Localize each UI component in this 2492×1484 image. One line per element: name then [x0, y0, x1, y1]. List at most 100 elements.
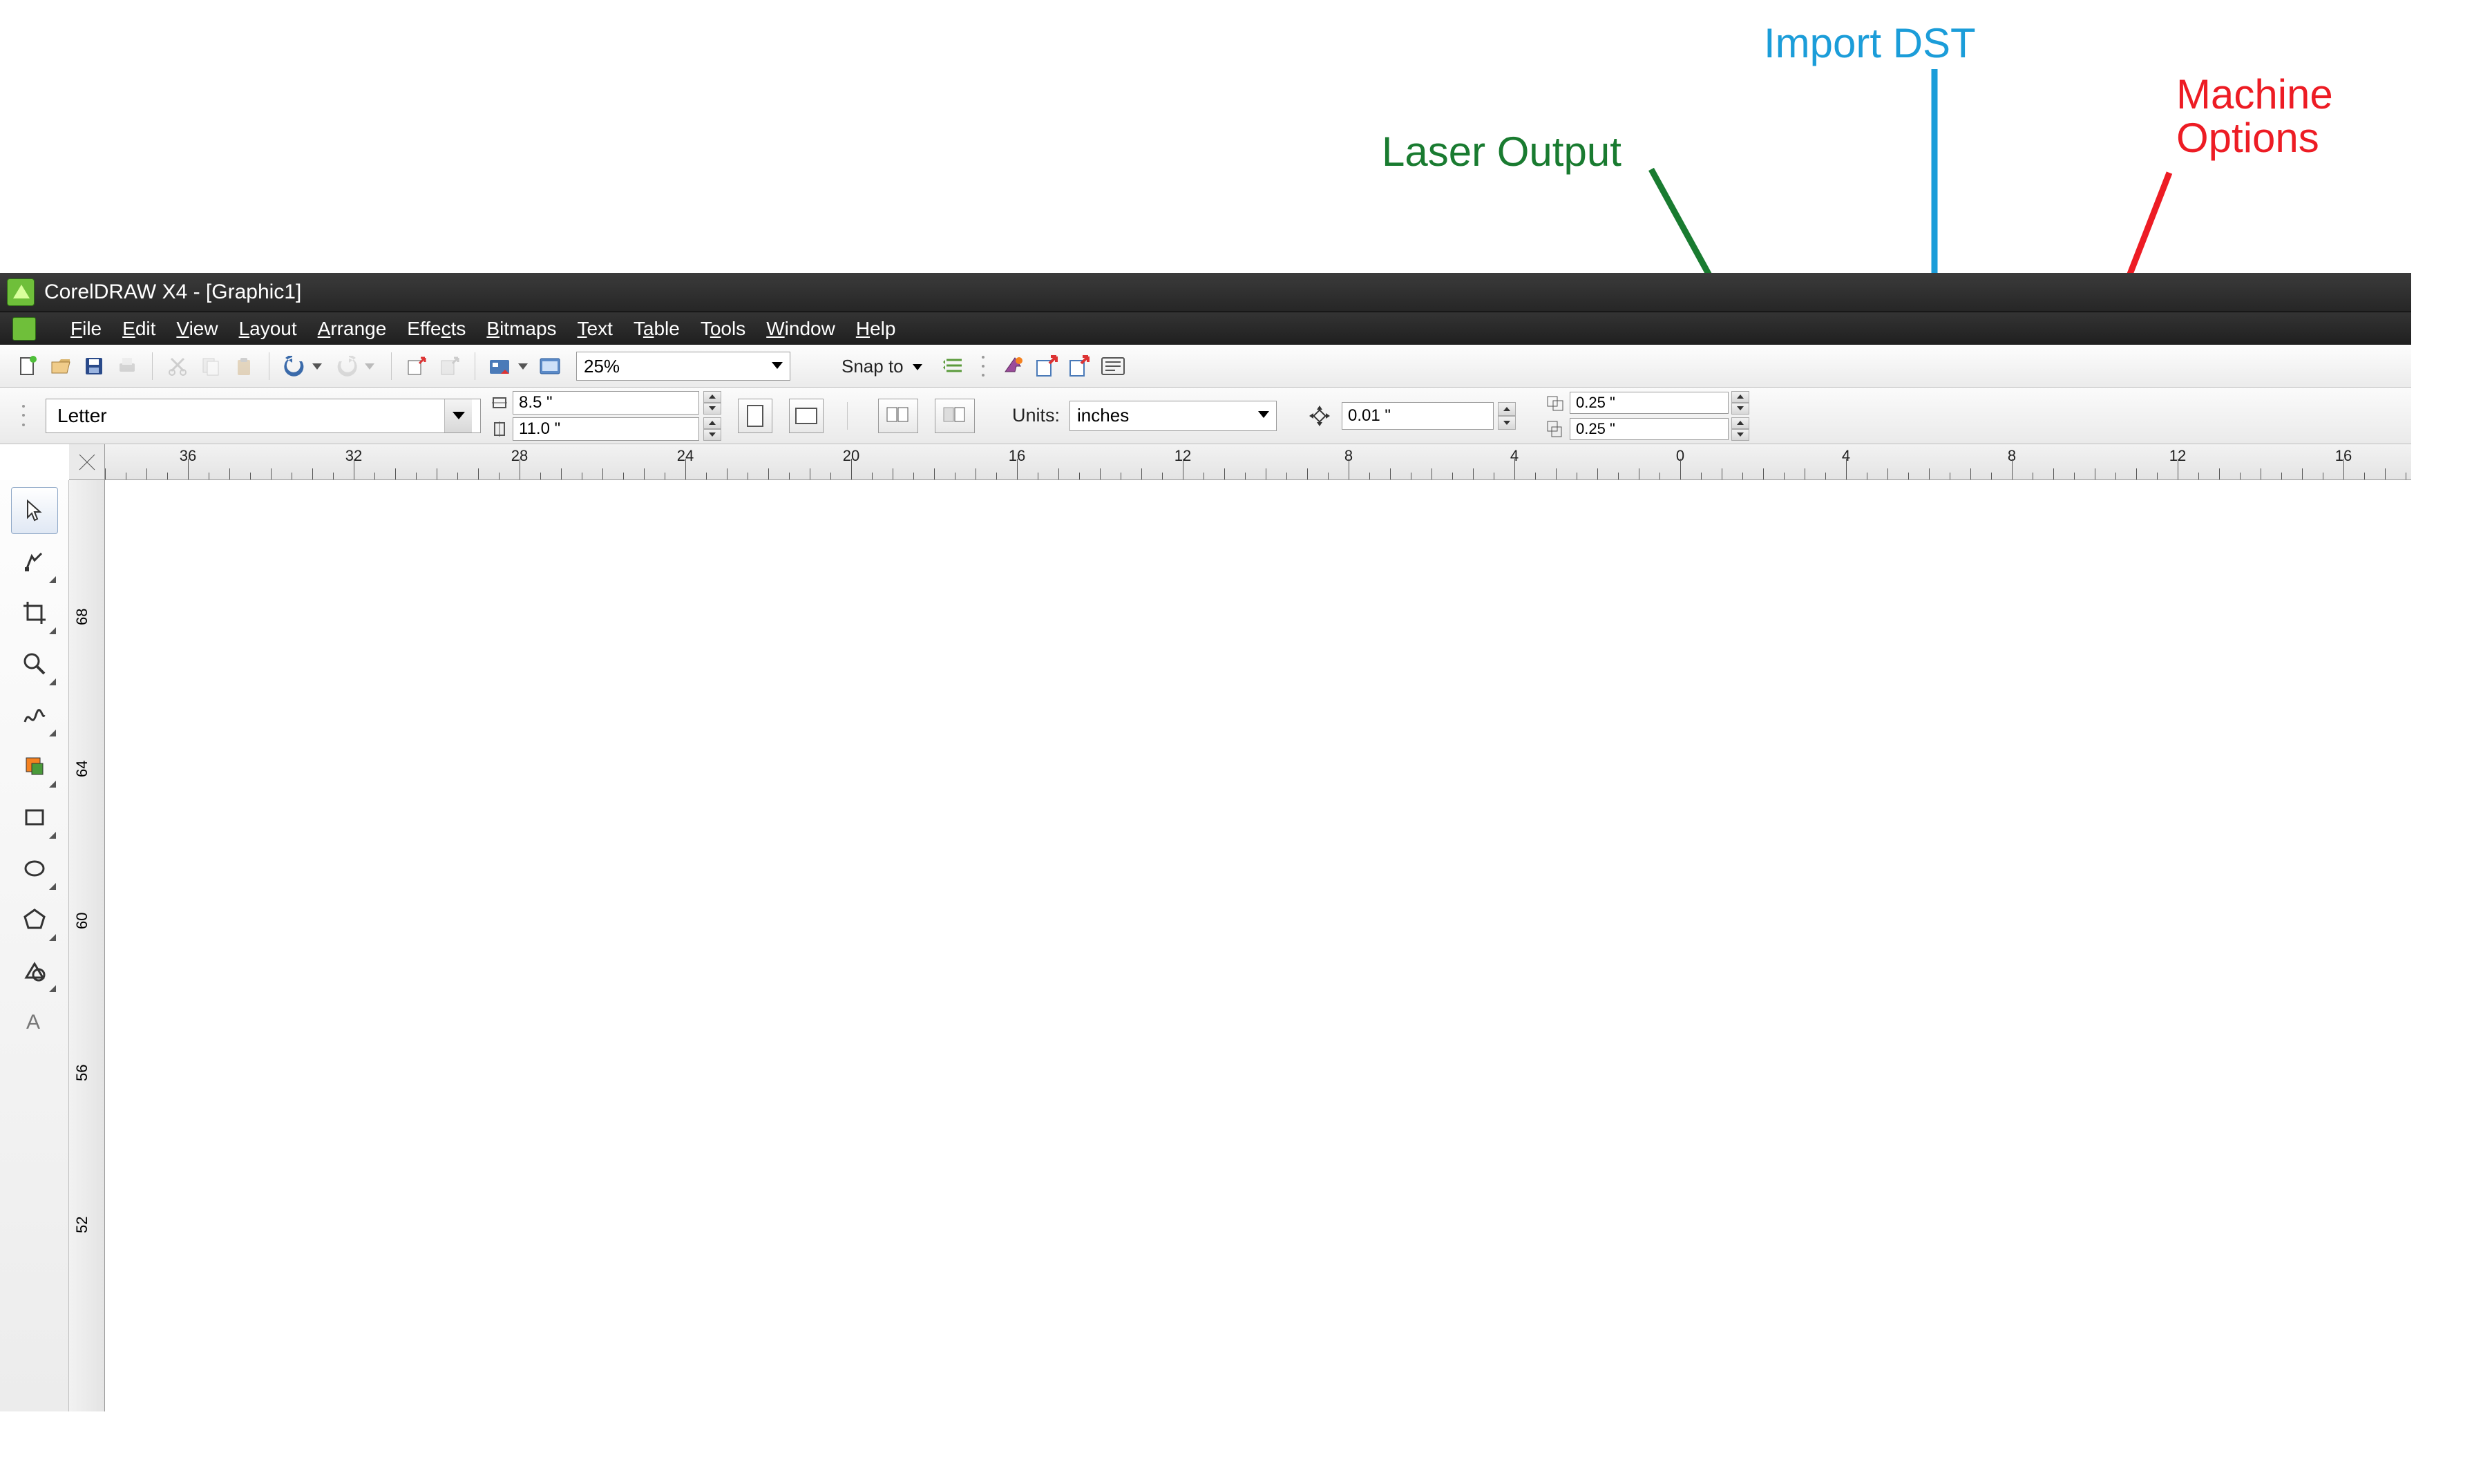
- units-select[interactable]: inches: [1069, 401, 1277, 431]
- page-dimensions: [491, 391, 721, 441]
- paste-icon: [234, 356, 254, 377]
- width-icon: [491, 394, 508, 412]
- ruler-v-label: 52: [73, 1217, 91, 1233]
- app-launcher-dropdown-icon[interactable]: [518, 363, 528, 370]
- zoom-tool[interactable]: [11, 640, 58, 687]
- welcome-button[interactable]: [535, 351, 565, 381]
- property-bar: Letter Units: inches: [0, 388, 2411, 444]
- dup-y-spinner[interactable]: [1731, 417, 1749, 441]
- rectangle-icon: [22, 805, 47, 830]
- options-button[interactable]: [939, 351, 969, 381]
- chevron-down-icon: [444, 399, 472, 432]
- nudge-spinner[interactable]: [1498, 402, 1516, 430]
- menu-layout[interactable]: Layout: [239, 318, 297, 340]
- smart-fill-tool[interactable]: [11, 743, 58, 790]
- redo-button[interactable]: [332, 351, 362, 381]
- copy-button[interactable]: [196, 351, 226, 381]
- annotation-machine-options-line1: Machine: [2176, 73, 2333, 116]
- menu-text[interactable]: Text: [578, 318, 613, 340]
- annotation-machine-options-line2: Options: [2176, 116, 2333, 160]
- options-icon: [942, 354, 966, 378]
- landscape-button[interactable]: [789, 399, 824, 433]
- annotation-machine-options: Machine Options: [2176, 73, 2333, 160]
- zoom-icon: [22, 651, 47, 676]
- smart-fill-icon: [22, 754, 47, 779]
- redo-dropdown-icon[interactable]: [365, 363, 374, 370]
- welcome-icon: [538, 356, 562, 377]
- dup-y-input[interactable]: [1570, 418, 1729, 440]
- redo-icon: [335, 356, 359, 377]
- copy-icon: [200, 356, 221, 377]
- menu-table[interactable]: Table: [634, 318, 680, 340]
- height-spinner[interactable]: [703, 417, 721, 441]
- menu-file[interactable]: File: [70, 318, 102, 340]
- page-height-input[interactable]: [513, 417, 699, 441]
- titlebar: CorelDRAW X4 - [Graphic1]: [0, 273, 2411, 312]
- cut-button[interactable]: [162, 351, 193, 381]
- shape-tool[interactable]: [11, 538, 58, 585]
- ruler-origin[interactable]: [69, 444, 105, 480]
- ruler-vertical[interactable]: 6864605652: [69, 480, 105, 1411]
- cut-icon: [167, 356, 188, 377]
- nudge-input[interactable]: [1342, 402, 1494, 430]
- canvas[interactable]: [106, 482, 2411, 1411]
- chevron-down-icon: [772, 362, 783, 369]
- duplicate-distance: [1546, 391, 1749, 441]
- print-button[interactable]: [112, 351, 142, 381]
- snap-to-label[interactable]: Snap to: [841, 356, 922, 377]
- menu-help[interactable]: Help: [856, 318, 896, 340]
- text-tool[interactable]: A: [11, 998, 58, 1045]
- export-button[interactable]: [435, 351, 465, 381]
- paste-button[interactable]: [229, 351, 259, 381]
- save-button[interactable]: [79, 351, 109, 381]
- menu-effects[interactable]: Effects: [407, 318, 466, 340]
- menu-window[interactable]: Window: [766, 318, 835, 340]
- polygon-tool[interactable]: [11, 896, 58, 943]
- ruler-v-label: 60: [73, 913, 91, 929]
- menu-edit[interactable]: Edit: [122, 318, 155, 340]
- separator: [847, 402, 848, 430]
- import-button[interactable]: [401, 351, 432, 381]
- crop-tool[interactable]: [11, 589, 58, 636]
- freehand-tool[interactable]: [11, 692, 58, 739]
- undo-dropdown-icon[interactable]: [312, 363, 322, 370]
- menu-arrange[interactable]: Arrange: [318, 318, 387, 340]
- page-width-input[interactable]: [513, 391, 699, 415]
- dup-x-spinner[interactable]: [1731, 391, 1749, 415]
- crop-icon: [22, 600, 47, 625]
- dup-x-input[interactable]: [1570, 392, 1729, 414]
- rectangle-tool[interactable]: [11, 794, 58, 841]
- toolbox: A: [0, 480, 69, 1411]
- window-title: CorelDRAW X4 - [Graphic1]: [44, 280, 301, 304]
- machine-options-button[interactable]: [1098, 351, 1128, 381]
- new-button[interactable]: [12, 351, 43, 381]
- width-spinner[interactable]: [703, 391, 721, 415]
- nudge-icon: [1307, 403, 1332, 428]
- dup-x-icon: [1546, 394, 1567, 412]
- pick-icon: [22, 498, 47, 523]
- height-icon: [491, 420, 508, 438]
- grip[interactable]: [22, 402, 26, 430]
- menu-view[interactable]: View: [176, 318, 218, 340]
- ellipse-tool[interactable]: [11, 845, 58, 892]
- open-button[interactable]: [46, 351, 76, 381]
- menu-bitmaps[interactable]: Bitmaps: [486, 318, 556, 340]
- undo-icon: [283, 356, 306, 377]
- ruler-horizontal[interactable]: 36322824201612840481216: [105, 444, 2411, 480]
- undo-button[interactable]: [279, 351, 310, 381]
- paper-preset-select[interactable]: Letter: [46, 399, 481, 433]
- zoom-value: 25%: [584, 356, 620, 377]
- portrait-button[interactable]: [738, 399, 772, 433]
- menu-tools[interactable]: Tools: [701, 318, 745, 340]
- current-page-button[interactable]: [935, 399, 975, 433]
- separator-dotted: [982, 352, 986, 380]
- import-dst-button[interactable]: [1031, 351, 1062, 381]
- paper-preset-value: Letter: [57, 405, 107, 427]
- basic-shapes-tool[interactable]: [11, 947, 58, 994]
- pick-tool[interactable]: [11, 487, 58, 534]
- export-laser-button[interactable]: [1065, 351, 1095, 381]
- app-launcher-button[interactable]: [485, 351, 515, 381]
- zoom-combo[interactable]: 25%: [576, 352, 790, 381]
- laser-output-button[interactable]: [998, 351, 1029, 381]
- all-pages-button[interactable]: [878, 399, 918, 433]
